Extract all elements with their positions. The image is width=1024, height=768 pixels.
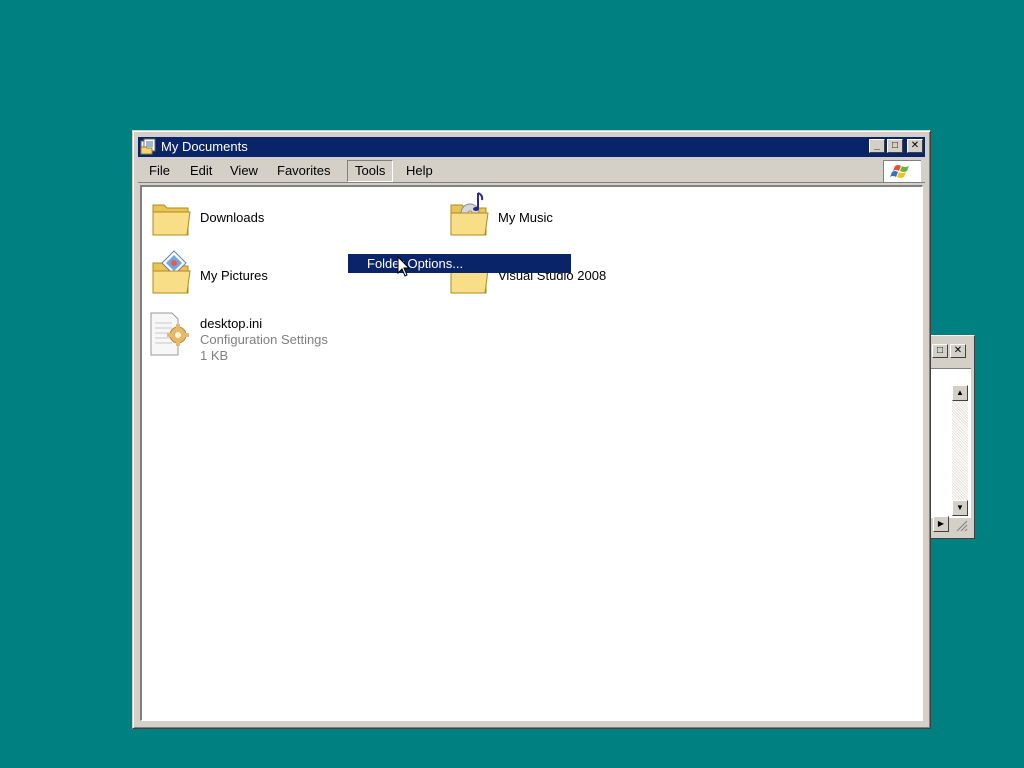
mouse-cursor-icon (397, 256, 411, 277)
folder-documents-icon (140, 138, 156, 155)
file-name: My Pictures (200, 268, 268, 283)
file-name: Downloads (200, 210, 265, 225)
minimize-button[interactable]: _ (869, 139, 885, 153)
folder-icon (152, 204, 191, 236)
menu-file[interactable]: File (142, 162, 177, 180)
pictures-folder-icon (152, 250, 191, 294)
scroll-right-arrow-icon[interactable]: ▶ (933, 516, 949, 532)
resize-grip-icon[interactable] (954, 518, 968, 532)
file-type: Configuration Settings (200, 332, 328, 347)
menu-bar: File Edit View Favorites Tools Help (138, 159, 925, 183)
menu-view[interactable]: View (223, 162, 265, 180)
background-close-button[interactable]: ✕ (950, 344, 966, 358)
maximize-button[interactable]: □ (887, 139, 903, 153)
menu-favorites[interactable]: Favorites (270, 162, 337, 180)
file-name: My Music (498, 210, 553, 225)
music-folder-icon (450, 192, 489, 236)
menu-help[interactable]: Help (399, 162, 440, 180)
my-documents-window: My Documents _ □ ✕ File Edit View Favori… (132, 130, 931, 729)
folder-options-menu-item[interactable]: Folder Options... (348, 254, 571, 273)
windows-flag-icon (890, 165, 909, 178)
settings-file-icon (150, 312, 189, 356)
menu-tools[interactable]: Tools (347, 160, 394, 182)
background-maximize-button[interactable]: □ (932, 344, 948, 358)
file-name: desktop.ini (200, 316, 263, 331)
menu-edit[interactable]: Edit (183, 162, 219, 180)
scroll-down-arrow-icon[interactable]: ▼ (952, 500, 968, 516)
background-scrollbar[interactable] (952, 385, 968, 508)
scroll-up-arrow-icon[interactable]: ▲ (952, 385, 968, 401)
file-size: 1 KB (200, 348, 229, 363)
close-button[interactable]: ✕ (907, 139, 923, 153)
window-titlebar[interactable]: My Documents _ □ ✕ (138, 137, 925, 157)
windows-logo (883, 160, 921, 182)
window-title: My Documents (161, 139, 248, 154)
background-window: □ ✕ ▲ ▼ ▶ (930, 335, 975, 539)
